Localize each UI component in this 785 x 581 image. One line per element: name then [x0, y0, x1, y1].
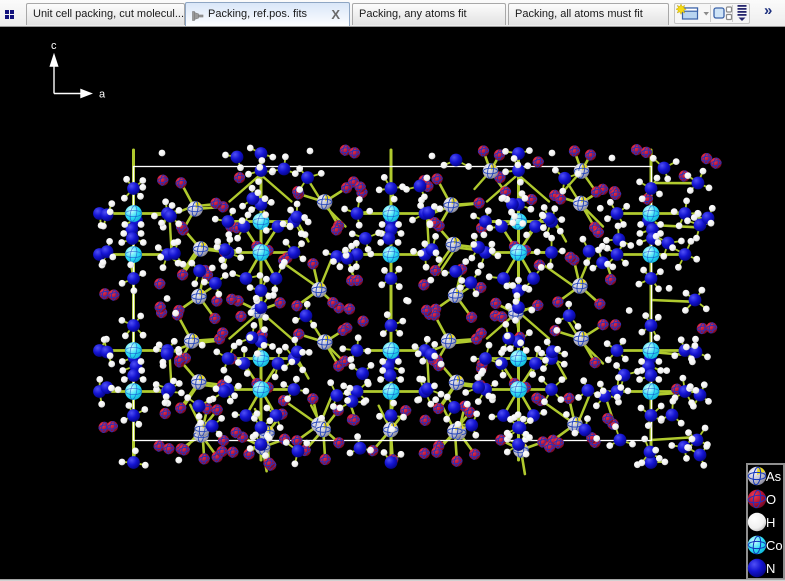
- svg-text:O: O: [766, 492, 776, 507]
- svg-text:c: c: [51, 40, 57, 52]
- svg-text:a: a: [99, 89, 106, 101]
- svg-text:As: As: [766, 469, 782, 484]
- svg-text:N: N: [766, 561, 775, 576]
- svg-text:H: H: [766, 515, 775, 530]
- svg-text:Co: Co: [766, 538, 783, 553]
